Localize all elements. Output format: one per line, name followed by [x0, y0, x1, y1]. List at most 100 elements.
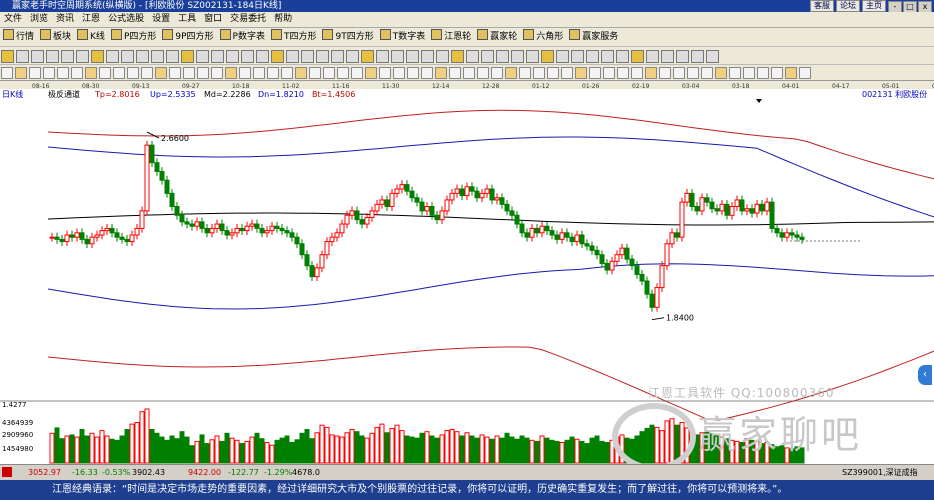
tool-p-square[interactable]: P四方形	[108, 28, 159, 46]
tool-icon[interactable]	[85, 67, 97, 79]
tool-icon[interactable]	[687, 67, 699, 79]
draw-tool-icon[interactable]	[151, 50, 164, 63]
tool-9p-square[interactable]: 9P四方形	[159, 28, 216, 46]
tool-icon[interactable]	[701, 67, 713, 79]
draw-tool-icon[interactable]	[301, 50, 314, 63]
service-link[interactable]: 客服	[810, 0, 834, 12]
tool-icon[interactable]	[197, 67, 209, 79]
draw-tool-icon[interactable]	[541, 50, 554, 63]
draw-tool-icon[interactable]	[691, 50, 704, 63]
draw-tool-icon[interactable]	[586, 50, 599, 63]
draw-tool-icon[interactable]	[61, 50, 74, 63]
tool-icon[interactable]	[421, 67, 433, 79]
draw-tool-icon[interactable]	[601, 50, 614, 63]
tool-icon[interactable]	[589, 67, 601, 79]
draw-tool-icon[interactable]	[211, 50, 224, 63]
home-link[interactable]: 主页	[862, 0, 886, 12]
tool-icon[interactable]	[211, 67, 223, 79]
tool-gann-wheel[interactable]: 江恩轮	[428, 28, 474, 46]
tool-icon[interactable]	[155, 67, 167, 79]
draw-tool-icon[interactable]	[661, 50, 674, 63]
menu-trade[interactable]: 交易委托	[226, 12, 270, 27]
draw-tool-icon[interactable]	[676, 50, 689, 63]
menu-news[interactable]: 资讯	[52, 12, 78, 27]
draw-tool-icon[interactable]	[226, 50, 239, 63]
tool-icon[interactable]	[267, 67, 279, 79]
tool-hexagon[interactable]: 六角形	[520, 28, 566, 46]
tool-kline[interactable]: K线	[74, 28, 108, 46]
tool-icon[interactable]	[295, 67, 307, 79]
draw-tool-icon[interactable]	[421, 50, 434, 63]
tool-icon[interactable]	[757, 67, 769, 79]
menu-formula[interactable]: 公式选股	[104, 12, 148, 27]
tool-sector[interactable]: 板块	[37, 28, 74, 46]
draw-tool-icon[interactable]	[346, 50, 359, 63]
draw-tool-icon[interactable]	[616, 50, 629, 63]
draw-tool-icon[interactable]	[511, 50, 524, 63]
tool-icon[interactable]	[337, 67, 349, 79]
tool-icon[interactable]	[379, 67, 391, 79]
tool-icon[interactable]	[183, 67, 195, 79]
tool-icon[interactable]	[743, 67, 755, 79]
draw-tool-icon[interactable]	[46, 50, 59, 63]
draw-tool-icon[interactable]	[16, 50, 29, 63]
tool-p-table[interactable]: P数字表	[217, 28, 268, 46]
menu-tools[interactable]: 工具	[174, 12, 200, 27]
tool-icon[interactable]	[323, 67, 335, 79]
draw-tool-icon[interactable]	[406, 50, 419, 63]
chevron-left-icon[interactable]: ‹	[918, 365, 932, 385]
draw-tool-icon[interactable]	[91, 50, 104, 63]
draw-tool-icon[interactable]	[136, 50, 149, 63]
forum-link[interactable]: 论坛	[836, 0, 860, 12]
draw-tool-icon[interactable]	[376, 50, 389, 63]
draw-tool-icon[interactable]	[196, 50, 209, 63]
draw-tool-icon[interactable]	[76, 50, 89, 63]
tool-icon[interactable]	[575, 67, 587, 79]
menu-gann[interactable]: 江恩	[78, 12, 104, 27]
tool-icon[interactable]	[1, 67, 13, 79]
draw-tool-icon[interactable]	[181, 50, 194, 63]
draw-tool-icon[interactable]	[451, 50, 464, 63]
tool-icon[interactable]	[631, 67, 643, 79]
menu-file[interactable]: 文件	[0, 12, 26, 27]
tool-icon[interactable]	[113, 67, 125, 79]
draw-tool-icon[interactable]	[286, 50, 299, 63]
tool-icon[interactable]	[15, 67, 27, 79]
tool-icon[interactable]	[491, 67, 503, 79]
tool-icon[interactable]	[519, 67, 531, 79]
tool-icon[interactable]	[253, 67, 265, 79]
draw-tool-icon[interactable]	[631, 50, 644, 63]
tool-icon[interactable]	[463, 67, 475, 79]
draw-tool-icon[interactable]	[436, 50, 449, 63]
draw-tool-icon[interactable]	[571, 50, 584, 63]
tool-icon[interactable]	[57, 67, 69, 79]
tool-icon[interactable]	[43, 67, 55, 79]
menu-help[interactable]: 帮助	[270, 12, 296, 27]
tool-icon[interactable]	[29, 67, 41, 79]
tool-icon[interactable]	[225, 67, 237, 79]
draw-tool-icon[interactable]	[331, 50, 344, 63]
tool-icon[interactable]	[169, 67, 181, 79]
tool-icon[interactable]	[645, 67, 657, 79]
tool-9t-square[interactable]: 9T四方形	[319, 28, 376, 46]
tool-icon[interactable]	[449, 67, 461, 79]
draw-tool-icon[interactable]	[466, 50, 479, 63]
tool-icon[interactable]	[505, 67, 517, 79]
tool-icon[interactable]	[435, 67, 447, 79]
draw-tool-icon[interactable]	[106, 50, 119, 63]
tool-icon[interactable]	[365, 67, 377, 79]
draw-tool-icon[interactable]	[271, 50, 284, 63]
tool-icon[interactable]	[99, 67, 111, 79]
tool-service[interactable]: 赢家服务	[566, 28, 621, 46]
draw-tool-icon[interactable]	[556, 50, 569, 63]
tool-icon[interactable]	[771, 67, 783, 79]
draw-tool-icon[interactable]	[496, 50, 509, 63]
tool-icon[interactable]	[673, 67, 685, 79]
tool-icon[interactable]	[729, 67, 741, 79]
draw-tool-icon[interactable]	[361, 50, 374, 63]
draw-tool-icon[interactable]	[31, 50, 44, 63]
tool-icon[interactable]	[547, 67, 559, 79]
tool-winner-wheel[interactable]: 赢家轮	[474, 28, 520, 46]
tool-icon[interactable]	[603, 67, 615, 79]
tool-icon[interactable]	[393, 67, 405, 79]
